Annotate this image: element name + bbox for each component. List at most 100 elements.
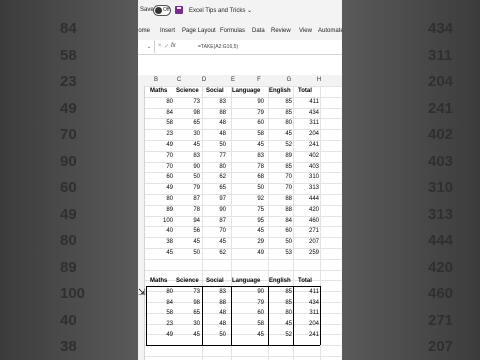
source-cell[interactable]: 65 [196, 185, 226, 191]
result-cell[interactable]: 52 [262, 332, 292, 338]
source-cell[interactable]: 241 [289, 142, 319, 148]
source-cell[interactable]: 85 [262, 110, 292, 116]
source-cell[interactable]: 100 [143, 218, 173, 224]
source-cell[interactable]: 58 [143, 120, 173, 126]
source-cell[interactable]: 45 [234, 142, 264, 148]
result-cell[interactable]: 83 [196, 289, 226, 295]
source-cell[interactable]: 87 [196, 218, 226, 224]
source-cell[interactable]: 204 [289, 131, 319, 137]
result-cell[interactable]: 45 [262, 321, 292, 327]
source-cell[interactable]: 68 [234, 174, 264, 180]
source-cell[interactable]: 89 [143, 207, 173, 213]
source-cell[interactable]: 444 [289, 196, 319, 202]
autosave-toggle[interactable]: Off [153, 5, 171, 16]
result-cell[interactable]: 85 [262, 289, 292, 295]
column-header-d[interactable]: D [189, 77, 219, 83]
tab-automate[interactable]: Automate [318, 28, 342, 34]
source-cell[interactable]: 48 [196, 120, 226, 126]
source-cell[interactable]: 77 [196, 153, 226, 159]
source-cell[interactable]: 62 [196, 250, 226, 256]
result-cell[interactable]: 88 [196, 300, 226, 306]
source-cell[interactable]: 311 [289, 120, 319, 126]
result-cell[interactable]: 90 [234, 289, 264, 295]
result-cell[interactable]: 60 [234, 310, 264, 316]
source-cell[interactable]: 80 [143, 99, 173, 105]
source-cell[interactable]: 84 [143, 110, 173, 116]
source-cell[interactable]: 23 [143, 131, 173, 137]
file-name[interactable]: Excel Tips and Tricks ⌄ [189, 7, 252, 14]
result-cell[interactable]: 80 [143, 289, 173, 295]
source-cell[interactable]: 80 [262, 120, 292, 126]
source-cell[interactable]: 83 [196, 99, 226, 105]
source-cell[interactable]: 310 [289, 174, 319, 180]
source-cell[interactable]: 90 [234, 99, 264, 105]
source-cell[interactable]: 80 [143, 196, 173, 202]
tab-page-layout[interactable]: Page Layout [182, 28, 216, 34]
source-cell[interactable]: 79 [234, 110, 264, 116]
source-cell[interactable]: 75 [234, 207, 264, 213]
source-cell[interactable]: 411 [289, 99, 319, 105]
result-cell[interactable]: 84 [143, 300, 173, 306]
result-cell[interactable]: 85 [262, 300, 292, 306]
source-cell[interactable]: 420 [289, 207, 319, 213]
insert-function-icon[interactable]: fx [171, 43, 176, 49]
source-cell[interactable]: 40 [143, 228, 173, 234]
source-cell[interactable]: 49 [234, 250, 264, 256]
source-cell[interactable]: 58 [234, 131, 264, 137]
tab-review[interactable]: Review [271, 28, 291, 34]
result-cell[interactable]: 58 [143, 310, 173, 316]
cancel-icon[interactable]: × [158, 43, 162, 49]
tab-view[interactable]: View [299, 28, 312, 34]
source-cell[interactable]: 80 [196, 164, 226, 170]
result-cell[interactable]: 48 [196, 310, 226, 316]
source-cell[interactable]: 48 [196, 131, 226, 137]
tab-formulas[interactable]: Formulas [220, 28, 245, 34]
source-cell[interactable]: 90 [196, 207, 226, 213]
source-cell[interactable]: 29 [234, 239, 264, 245]
source-cell[interactable]: 70 [262, 185, 292, 191]
source-cell[interactable]: 52 [262, 142, 292, 148]
source-cell[interactable]: 45 [196, 239, 226, 245]
source-cell[interactable]: 70 [262, 174, 292, 180]
result-cell[interactable]: 58 [234, 321, 264, 327]
formula-input[interactable]: =TAKE(A2:G16,5) [198, 44, 238, 50]
enter-icon[interactable]: ✓ [164, 43, 169, 50]
tab-data[interactable]: Data [252, 28, 265, 34]
source-cell[interactable]: 50 [234, 185, 264, 191]
source-cell[interactable]: 70 [196, 228, 226, 234]
column-header-h[interactable]: H [304, 77, 334, 83]
source-cell[interactable]: 92 [234, 196, 264, 202]
result-cell[interactable]: 45 [234, 332, 264, 338]
source-cell[interactable]: 402 [289, 153, 319, 159]
source-cell[interactable]: 49 [143, 142, 173, 148]
source-cell[interactable]: 403 [289, 164, 319, 170]
source-cell[interactable]: 49 [143, 185, 173, 191]
source-cell[interactable]: 207 [289, 239, 319, 245]
tab-insert[interactable]: Insert [160, 28, 175, 34]
source-cell[interactable]: 60 [234, 120, 264, 126]
source-cell[interactable]: 85 [262, 99, 292, 105]
source-cell[interactable]: 84 [262, 218, 292, 224]
source-cell[interactable]: 38 [143, 239, 173, 245]
source-cell[interactable]: 62 [196, 174, 226, 180]
source-cell[interactable]: 271 [289, 228, 319, 234]
result-cell[interactable]: 48 [196, 321, 226, 327]
source-cell[interactable]: 60 [143, 174, 173, 180]
source-cell[interactable]: 88 [196, 110, 226, 116]
source-cell[interactable]: 434 [289, 110, 319, 116]
source-cell[interactable]: 45 [234, 228, 264, 234]
source-cell[interactable]: 60 [262, 228, 292, 234]
source-cell[interactable]: 259 [289, 250, 319, 256]
source-cell[interactable]: 53 [262, 250, 292, 256]
source-cell[interactable]: 89 [262, 153, 292, 159]
source-cell[interactable]: 88 [262, 196, 292, 202]
source-cell[interactable]: 83 [234, 153, 264, 159]
source-cell[interactable]: 78 [234, 164, 264, 170]
result-cell[interactable]: 80 [262, 310, 292, 316]
source-cell[interactable]: 460 [289, 218, 319, 224]
source-cell[interactable]: 97 [196, 196, 226, 202]
source-cell[interactable]: 313 [289, 185, 319, 191]
source-cell[interactable]: 70 [143, 153, 173, 159]
save-icon[interactable] [175, 6, 183, 14]
source-cell[interactable]: 45 [262, 131, 292, 137]
